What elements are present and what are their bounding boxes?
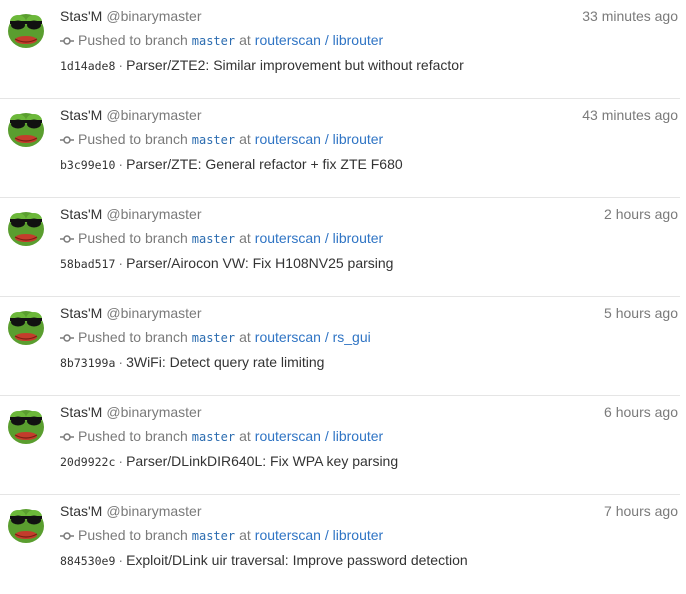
repository-link[interactable]: routerscan / librouter xyxy=(255,230,383,246)
user-name-link[interactable]: Stas'M xyxy=(60,503,102,519)
branch-link[interactable]: master xyxy=(192,430,235,444)
event-timestamp: 33 minutes ago xyxy=(582,8,678,24)
branch-link[interactable]: master xyxy=(192,331,235,345)
at-text: at xyxy=(239,329,251,345)
branch-link[interactable]: master xyxy=(192,529,235,543)
event-header: Stas'M @binarymaster xyxy=(60,502,202,520)
event-header: Stas'M @binarymaster xyxy=(60,106,202,124)
push-action-text: Pushed to branch xyxy=(78,527,188,543)
push-description: Pushed to branch master at routerscan / lib… xyxy=(60,130,383,149)
event-timestamp: 6 hours ago xyxy=(604,404,678,420)
commit-icon xyxy=(60,136,74,144)
push-description: Pushed to branch master at routerscan / lib… xyxy=(60,526,383,545)
activity-event: Stas'M @binarymaster 33 minutes ago Pushe… xyxy=(0,0,680,99)
commit-message: Parser/DLinkDIR640L: Fix WPA key parsing xyxy=(126,453,399,469)
separator-dot: · xyxy=(118,552,124,568)
commit-line: 1d14ade8 · Parser/ZTE2: Similar improvemen… xyxy=(60,56,464,75)
commit-sha-link[interactable]: 884530e9 xyxy=(60,554,115,568)
frog-sunglasses-avatar-icon[interactable] xyxy=(6,10,46,50)
at-text: at xyxy=(239,527,251,543)
frog-sunglasses-avatar-icon[interactable] xyxy=(6,505,46,545)
activity-event: Stas'M @binarymaster 5 hours ago Pushed t… xyxy=(0,297,680,396)
commit-sha-link[interactable]: b3c99e10 xyxy=(60,158,115,172)
user-name-link[interactable]: Stas'M xyxy=(60,206,102,222)
repository-link[interactable]: routerscan / librouter xyxy=(255,131,383,147)
commit-message: Parser/ZTE2: Similar improvement but wit… xyxy=(126,57,464,73)
event-header: Stas'M @binarymaster xyxy=(60,304,202,322)
push-description: Pushed to branch master at routerscan / rs_… xyxy=(60,328,371,347)
user-name-link[interactable]: Stas'M xyxy=(60,107,102,123)
commit-message: 3WiFi: Detect query rate limiting xyxy=(126,354,325,370)
frog-sunglasses-avatar-icon[interactable] xyxy=(6,406,46,446)
push-action-text: Pushed to branch xyxy=(78,131,188,147)
user-handle[interactable]: @binarymaster xyxy=(106,107,201,123)
commit-message: Exploit/DLink uir traversal: Improve pas… xyxy=(126,552,468,568)
push-action-text: Pushed to branch xyxy=(78,329,188,345)
at-text: at xyxy=(239,428,251,444)
event-timestamp: 2 hours ago xyxy=(604,206,678,222)
commit-sha-link[interactable]: 20d9922c xyxy=(60,455,115,469)
separator-dot: · xyxy=(118,57,124,73)
frog-sunglasses-avatar-icon[interactable] xyxy=(6,208,46,248)
at-text: at xyxy=(239,230,251,246)
commit-icon xyxy=(60,235,74,243)
commit-icon xyxy=(60,37,74,45)
commit-line: 884530e9 · Exploit/DLink uir traversal: Im… xyxy=(60,551,468,570)
user-name-link[interactable]: Stas'M xyxy=(60,8,102,24)
separator-dot: · xyxy=(118,453,124,469)
commit-icon xyxy=(60,334,74,342)
user-handle[interactable]: @binarymaster xyxy=(106,503,201,519)
event-timestamp: 7 hours ago xyxy=(604,503,678,519)
commit-icon xyxy=(60,433,74,441)
at-text: at xyxy=(239,131,251,147)
separator-dot: · xyxy=(118,156,124,172)
commit-icon xyxy=(60,532,74,540)
push-description: Pushed to branch master at routerscan / lib… xyxy=(60,229,383,248)
repository-link[interactable]: routerscan / librouter xyxy=(255,428,383,444)
separator-dot: · xyxy=(118,255,124,271)
event-header: Stas'M @binarymaster xyxy=(60,7,202,25)
push-action-text: Pushed to branch xyxy=(78,428,188,444)
activity-event: Stas'M @binarymaster 43 minutes ago Pushe… xyxy=(0,99,680,198)
push-action-text: Pushed to branch xyxy=(78,230,188,246)
commit-message: Parser/ZTE: General refactor + fix ZTE F… xyxy=(126,156,403,172)
user-handle[interactable]: @binarymaster xyxy=(106,404,201,420)
event-timestamp: 43 minutes ago xyxy=(582,107,678,123)
event-header: Stas'M @binarymaster xyxy=(60,403,202,421)
commit-line: b3c99e10 · Parser/ZTE: General refactor + … xyxy=(60,155,403,174)
commit-line: 20d9922c · Parser/DLinkDIR640L: Fix WPA ke… xyxy=(60,452,398,471)
repository-link[interactable]: routerscan / rs_gui xyxy=(255,329,371,345)
activity-event: Stas'M @binarymaster 7 hours ago Pushed t… xyxy=(0,495,680,594)
repository-link[interactable]: routerscan / librouter xyxy=(255,527,383,543)
at-text: at xyxy=(239,32,251,48)
repository-link[interactable]: routerscan / librouter xyxy=(255,32,383,48)
branch-link[interactable]: master xyxy=(192,133,235,147)
activity-event: Stas'M @binarymaster 6 hours ago Pushed t… xyxy=(0,396,680,495)
push-description: Pushed to branch master at routerscan / lib… xyxy=(60,31,383,50)
user-name-link[interactable]: Stas'M xyxy=(60,305,102,321)
frog-sunglasses-avatar-icon[interactable] xyxy=(6,307,46,347)
commit-message: Parser/Airocon VW: Fix H108NV25 parsing xyxy=(126,255,394,271)
separator-dot: · xyxy=(118,354,124,370)
push-description: Pushed to branch master at routerscan / lib… xyxy=(60,427,383,446)
commit-sha-link[interactable]: 8b73199a xyxy=(60,356,115,370)
branch-link[interactable]: master xyxy=(192,232,235,246)
commit-line: 8b73199a · 3WiFi: Detect query rate limiti… xyxy=(60,353,324,372)
user-handle[interactable]: @binarymaster xyxy=(106,305,201,321)
event-timestamp: 5 hours ago xyxy=(604,305,678,321)
push-action-text: Pushed to branch xyxy=(78,32,188,48)
user-handle[interactable]: @binarymaster xyxy=(106,206,201,222)
event-header: Stas'M @binarymaster xyxy=(60,205,202,223)
user-handle[interactable]: @binarymaster xyxy=(106,8,201,24)
commit-sha-link[interactable]: 1d14ade8 xyxy=(60,59,115,73)
activity-event: Stas'M @binarymaster 2 hours ago Pushed t… xyxy=(0,198,680,297)
commit-sha-link[interactable]: 58bad517 xyxy=(60,257,115,271)
commit-line: 58bad517 · Parser/Airocon VW: Fix H108NV25… xyxy=(60,254,393,273)
activity-feed: Stas'M @binarymaster 33 minutes ago Pushe… xyxy=(0,0,686,580)
branch-link[interactable]: master xyxy=(192,34,235,48)
frog-sunglasses-avatar-icon[interactable] xyxy=(6,109,46,149)
user-name-link[interactable]: Stas'M xyxy=(60,404,102,420)
